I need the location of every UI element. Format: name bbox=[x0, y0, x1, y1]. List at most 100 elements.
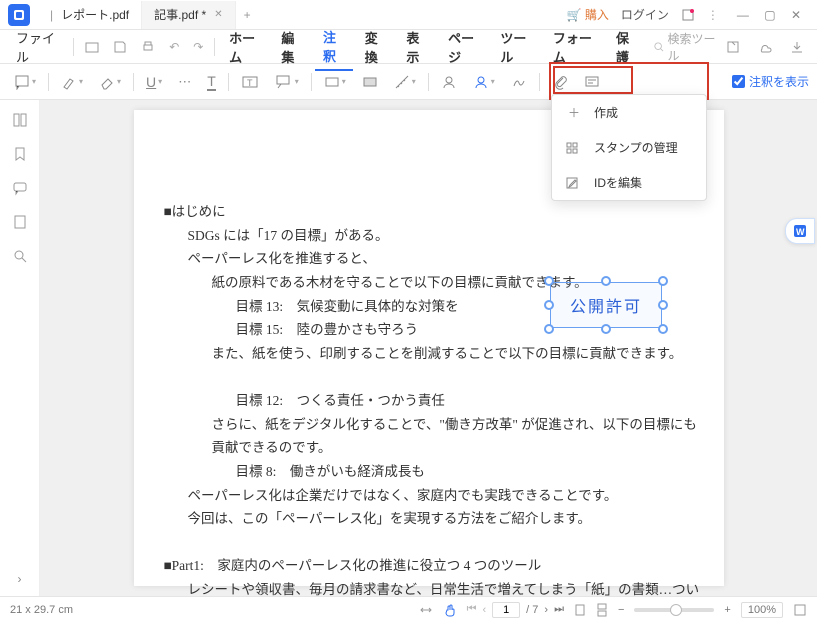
resize-handle[interactable] bbox=[601, 276, 611, 286]
resize-handle[interactable] bbox=[544, 300, 554, 310]
resize-handle[interactable] bbox=[658, 276, 668, 286]
body-text: 目標 12: つくる責任・つかう責任 bbox=[164, 389, 704, 413]
continuous-page-icon[interactable] bbox=[596, 603, 608, 617]
save-icon[interactable] bbox=[108, 36, 132, 58]
stamp-dropdown[interactable] bbox=[467, 70, 501, 94]
comments-icon[interactable] bbox=[12, 180, 28, 196]
show-annotations-checkbox[interactable] bbox=[732, 75, 745, 88]
zoom-value[interactable]: 100% bbox=[741, 602, 783, 618]
bookmarks-icon[interactable] bbox=[12, 146, 28, 162]
export-icon[interactable] bbox=[785, 36, 809, 58]
sidebar-collapse-icon[interactable]: › bbox=[18, 572, 22, 586]
svg-text:T: T bbox=[247, 78, 253, 88]
stamp-annotation-selected[interactable]: 公開許可 bbox=[550, 282, 662, 328]
body-text: ペーパーレス化を推進すると、 bbox=[164, 247, 704, 271]
attach-file-tool[interactable] bbox=[546, 70, 574, 94]
page-navigator: ⏮ ‹ / 7 › ⏭ bbox=[467, 602, 564, 618]
hand-tool-icon[interactable] bbox=[443, 603, 457, 617]
page-dimensions: 21 x 29.7 cm bbox=[10, 604, 73, 616]
thumbnails-icon[interactable] bbox=[12, 112, 28, 128]
share-icon[interactable] bbox=[721, 36, 745, 58]
menu-form[interactable]: フォーム bbox=[545, 24, 604, 70]
maximize-button[interactable]: ▢ bbox=[758, 8, 781, 22]
eraser-tool[interactable] bbox=[93, 70, 127, 94]
menu-convert[interactable]: 変換 bbox=[357, 24, 395, 70]
shape-rect-tool[interactable] bbox=[318, 70, 352, 94]
resize-handle[interactable] bbox=[658, 300, 668, 310]
search-tools[interactable]: 検索ツール bbox=[654, 30, 717, 64]
menu-page[interactable]: ページ bbox=[440, 24, 488, 70]
buy-link[interactable]: 🛒 購入 bbox=[567, 6, 609, 23]
comment-panel-tool[interactable] bbox=[578, 70, 606, 94]
fullscreen-icon[interactable] bbox=[793, 603, 807, 617]
open-file-icon[interactable] bbox=[80, 36, 104, 58]
body-text: ペーパーレス化は企業だけではなく、家庭内でも実践できることです。 bbox=[164, 484, 704, 508]
undo-icon[interactable]: ↶ bbox=[164, 36, 184, 58]
menubar: ファイル ↶ ↷ ホーム 編集 注釈 変換 表示 ページ ツール フォーム 保護… bbox=[0, 30, 817, 64]
show-annotations-toggle[interactable]: 注釈を表示 bbox=[732, 73, 809, 90]
single-page-icon[interactable] bbox=[574, 603, 586, 617]
statusbar: 21 x 29.7 cm ⏮ ‹ / 7 › ⏭ − + 100% bbox=[0, 596, 817, 622]
print-icon[interactable] bbox=[136, 36, 160, 58]
resize-handle[interactable] bbox=[544, 324, 554, 334]
underline-tool[interactable]: U bbox=[140, 70, 168, 94]
body-text: 目標 8: 働きがいも経済成長も bbox=[164, 460, 704, 484]
dd-item-create[interactable]: ＋ 作成 bbox=[552, 95, 706, 130]
signature-tool[interactable] bbox=[505, 70, 533, 94]
heading: はじめに bbox=[164, 200, 704, 224]
resize-handle[interactable] bbox=[658, 324, 668, 334]
app-logo-icon bbox=[8, 4, 30, 26]
tab-label: レポート.pdf bbox=[61, 6, 129, 23]
word-export-badge[interactable]: W bbox=[785, 218, 815, 244]
minimize-button[interactable]: — bbox=[731, 8, 755, 22]
menu-edit[interactable]: 編集 bbox=[273, 24, 311, 70]
last-page-icon[interactable]: ⏭ bbox=[554, 603, 564, 616]
menu-file[interactable]: ファイル bbox=[8, 24, 67, 70]
kebab-menu-icon[interactable]: ⋮ bbox=[707, 8, 719, 22]
search-icon[interactable] bbox=[12, 248, 28, 264]
measure-tool[interactable] bbox=[388, 70, 422, 94]
resize-handle[interactable] bbox=[601, 324, 611, 334]
zoom-in-icon[interactable]: + bbox=[724, 604, 730, 616]
attachments-icon[interactable] bbox=[12, 214, 28, 230]
prev-page-icon[interactable]: ‹ bbox=[483, 604, 487, 616]
fit-width-icon[interactable] bbox=[419, 603, 433, 617]
dd-item-manage-stamps[interactable]: スタンプの管理 bbox=[552, 130, 706, 165]
tab-label: 記事.pdf * bbox=[154, 6, 206, 23]
stamp-user-tool[interactable] bbox=[435, 70, 463, 94]
cloud-icon[interactable] bbox=[753, 36, 777, 58]
zoom-thumb[interactable] bbox=[670, 604, 682, 616]
text-tool[interactable]: T bbox=[201, 69, 222, 95]
close-window-button[interactable]: ✕ bbox=[785, 8, 807, 22]
callout-tool[interactable] bbox=[269, 70, 305, 94]
left-sidebar: › bbox=[0, 100, 40, 596]
menu-view[interactable]: 表示 bbox=[398, 24, 436, 70]
plus-icon: ＋ bbox=[566, 104, 582, 121]
dd-item-edit-id[interactable]: IDを編集 bbox=[552, 165, 706, 200]
close-icon[interactable]: ✕ bbox=[214, 9, 222, 20]
zoom-out-icon[interactable]: − bbox=[618, 604, 624, 616]
body-text: SDGs には「17 の目標」がある。 bbox=[164, 224, 704, 248]
body-text: 今回は、この「ペーパーレス化」を実現する方法をご紹介します。 bbox=[164, 507, 704, 531]
page-number-input[interactable] bbox=[492, 602, 520, 618]
first-page-icon[interactable]: ⏮ bbox=[467, 603, 477, 616]
menu-home[interactable]: ホーム bbox=[221, 24, 269, 70]
page-total: / 7 bbox=[526, 604, 538, 616]
login-link[interactable]: ログイン bbox=[621, 6, 669, 23]
area-highlight-tool[interactable] bbox=[356, 70, 384, 94]
redo-icon[interactable]: ↷ bbox=[188, 36, 208, 58]
note-tool[interactable] bbox=[8, 70, 42, 94]
stamp-text: 公開許可 bbox=[570, 293, 642, 317]
svg-text:W: W bbox=[796, 227, 805, 237]
menu-tools[interactable]: ツール bbox=[492, 24, 541, 70]
notification-icon[interactable] bbox=[681, 8, 695, 22]
body-text: さらに、紙をデジタル化することで、"働き方改革" が促進され、以下の目標にも貢献… bbox=[164, 413, 704, 460]
highlight-tool[interactable] bbox=[55, 70, 89, 94]
strikethrough-tool[interactable]: ⋯ bbox=[172, 70, 197, 94]
resize-handle[interactable] bbox=[544, 276, 554, 286]
next-page-icon[interactable]: › bbox=[544, 604, 548, 616]
body-text: レシートや領収書、毎月の請求書など、日常生活で増えてしまう「紙」の書類…ついつい… bbox=[164, 578, 704, 596]
zoom-slider[interactable] bbox=[634, 608, 714, 612]
textbox-tool[interactable]: T bbox=[235, 70, 265, 94]
menu-protect[interactable]: 保護 bbox=[608, 24, 646, 70]
